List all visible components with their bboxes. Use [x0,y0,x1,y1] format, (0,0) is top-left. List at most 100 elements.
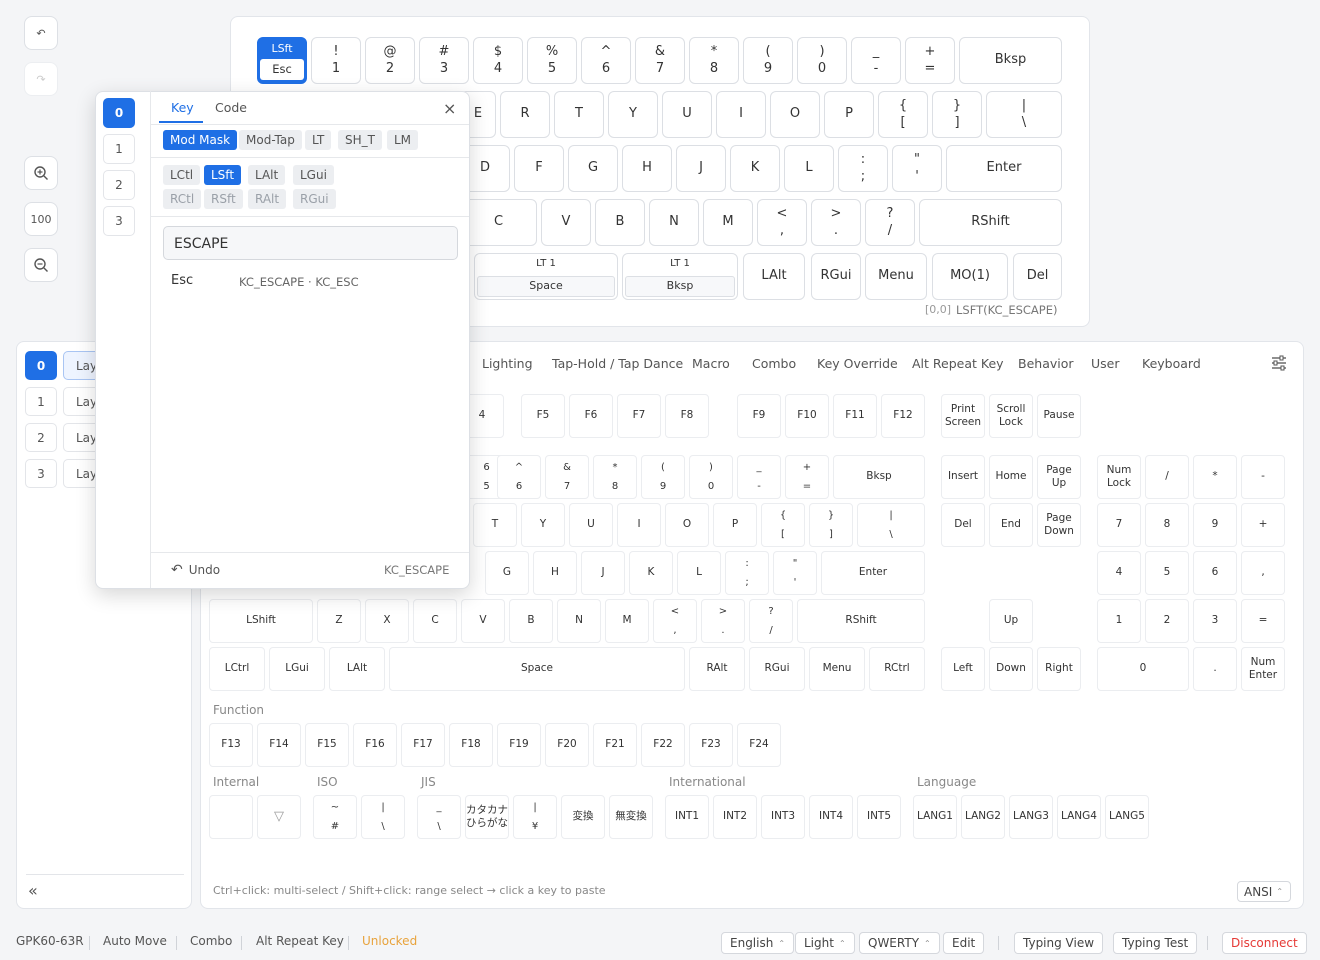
picker-key-f8[interactable]: F8 [665,394,709,438]
modifier-chip-ralt[interactable]: RAlt [248,189,287,209]
category-tab-combo[interactable]: Combo [752,356,796,371]
picker-key-8[interactable]: 8 [1145,503,1189,547]
picker-key-blank[interactable]: * [1193,455,1237,499]
editor-key-space[interactable]: LT 1 Space [474,253,618,300]
picker-key-7[interactable]: 7 [1097,503,1141,547]
picker-key-f20[interactable]: F20 [545,723,589,767]
picker-key-rgui[interactable]: RGui [749,647,805,691]
picker-key-blank[interactable]: {[ [761,503,805,547]
editor-key-blank[interactable]: ? / [865,199,915,246]
picker-key-b[interactable]: B [509,599,553,643]
picker-key-6[interactable]: ^ 6 [497,455,541,499]
picker-key-page-down[interactable]: Page Down [1037,503,1081,547]
undo-tool-button[interactable]: ↶ [24,16,58,50]
modifier-chip-lctl[interactable]: LCtl [163,165,201,185]
picker-key-lang5[interactable]: LANG5 [1105,795,1149,839]
popup-layer-2[interactable]: 2 [103,170,135,200]
modifier-chip-lalt[interactable]: LAlt [248,165,286,185]
layer-number-1[interactable]: 1 [25,387,57,416]
editor-key-u[interactable]: U [662,91,712,138]
picker-key-f14[interactable]: F14 [257,723,301,767]
settings-sliders-icon[interactable] [1270,354,1288,376]
mode-chip-mod-tap[interactable]: Mod-Tap [239,130,302,150]
editor-key-enter[interactable]: Enter [946,145,1062,192]
mode-chip-sh-t[interactable]: SH_T [338,130,382,150]
category-tab-alt-repeat-key[interactable]: Alt Repeat Key [912,356,1004,371]
picker-key-1[interactable]: 1 [1097,599,1141,643]
category-tab-tap-hold-tap-dance[interactable]: Tap-Hold / Tap Dance [552,356,683,371]
picker-key-blank[interactable]: }] [809,503,853,547]
language-select[interactable]: English ⌃ [721,932,795,954]
picker-key-6[interactable]: 6 [1193,551,1237,595]
editor-key-g[interactable]: G [568,145,618,192]
modifier-chip-rsft[interactable]: RSft [204,189,243,209]
picker-key-0[interactable]: 0 [1097,647,1189,691]
picker-key-f12[interactable]: F12 [881,394,925,438]
picker-key-f5[interactable]: F5 [521,394,565,438]
picker-key-x[interactable]: X [365,599,409,643]
popup-layer-0[interactable]: 0 [103,98,135,128]
picker-key-u[interactable]: U [569,503,613,547]
editor-key-0[interactable]: ) 0 [797,37,847,84]
editor-key-6[interactable]: ^ 6 [581,37,631,84]
modifier-chip-lgui[interactable]: LGui [293,165,334,185]
picker-key-m[interactable]: M [605,599,649,643]
picker-key-del[interactable]: Del [941,503,985,547]
collapse-button[interactable]: « [28,881,38,900]
picker-key-2[interactable]: 2 [1145,599,1189,643]
editor-key-1[interactable]: ! 1 [311,37,361,84]
auto-move-toggle[interactable]: Auto Move [103,934,167,948]
editor-key-blank[interactable]: }] [932,91,982,138]
editor-key-k[interactable]: K [730,145,780,192]
category-tab-key-override[interactable]: Key Override [817,356,898,371]
picker-key-f24[interactable]: F24 [737,723,781,767]
picker-key-blank[interactable]: | \ [361,795,405,839]
editor-key-l[interactable]: L [784,145,834,192]
picker-key-lang1[interactable]: LANG1 [913,795,957,839]
picker-key-f10[interactable]: F10 [785,394,829,438]
picker-key-f21[interactable]: F21 [593,723,637,767]
editor-key-t[interactable]: T [554,91,604,138]
picker-key-blank[interactable]: カタカナ ひらがな [465,795,509,839]
editor-key-lalt[interactable]: LAlt [743,253,805,300]
picker-key-blank[interactable]: ? / [749,599,793,643]
editor-key-rshift[interactable]: RShift [919,199,1062,246]
picker-key-blank[interactable]: " ' [773,551,817,595]
picker-key-h[interactable]: H [533,551,577,595]
popup-undo-button[interactable]: ↶ Undo [171,562,220,578]
editor-key-blank[interactable]: | \ [986,91,1062,138]
picker-key-space[interactable]: Space [389,647,685,691]
editor-key-o[interactable]: O [770,91,820,138]
picker-key-lang4[interactable]: LANG4 [1057,795,1101,839]
picker-key-int3[interactable]: INT3 [761,795,805,839]
picker-key-blank[interactable]: / [1145,455,1189,499]
picker-key-blank[interactable]: | ¥ [513,795,557,839]
picker-key-z[interactable]: Z [317,599,361,643]
editor-key-menu[interactable]: Menu [865,253,927,300]
picker-key-blank[interactable]: = [1241,599,1285,643]
editor-key-bksp[interactable]: Bksp [959,37,1062,84]
typing-view-button[interactable]: Typing View [1014,932,1104,954]
picker-key-lctrl[interactable]: LCtrl [209,647,265,691]
zoom-level[interactable]: 100 [24,202,58,236]
picker-key-f15[interactable]: F15 [305,723,349,767]
popup-layer-3[interactable]: 3 [103,206,135,236]
picker-key-int4[interactable]: INT4 [809,795,853,839]
editor-key-blank[interactable]: " ' [892,145,942,192]
tab-key[interactable]: Key [171,100,194,115]
picker-key-t[interactable]: T [473,503,517,547]
picker-key-p[interactable]: P [713,503,757,547]
editor-key-i[interactable]: I [716,91,766,138]
picker-key-page-up[interactable]: Page Up [1037,455,1081,499]
picker-key-n[interactable]: N [557,599,601,643]
picker-key-down[interactable]: Down [989,647,1033,691]
picker-key-lalt[interactable]: LAlt [329,647,385,691]
mode-chip-lt[interactable]: LT [305,130,332,150]
picker-key-end[interactable]: End [989,503,1033,547]
editor-key-8[interactable]: * 8 [689,37,739,84]
picker-key-f19[interactable]: F19 [497,723,541,767]
picker-key-scroll-lock[interactable]: Scroll Lock [989,394,1033,438]
picker-key-c[interactable]: C [413,599,457,643]
edit-button[interactable]: Edit [943,932,985,954]
picker-key-f7[interactable]: F7 [617,394,661,438]
